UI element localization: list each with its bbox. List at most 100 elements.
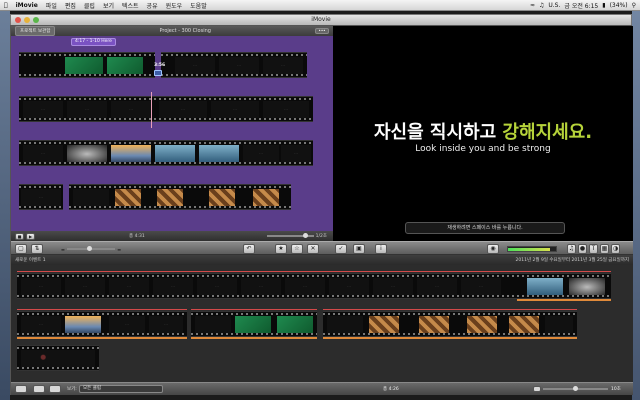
selection-range[interactable] xyxy=(517,299,611,301)
project-library-button[interactable]: 프로젝트 보관함 xyxy=(15,26,56,36)
clip-thumbnail[interactable] xyxy=(509,316,539,334)
music-icon[interactable]: ♫ xyxy=(567,244,576,254)
volume-icon[interactable]: ♫ xyxy=(539,2,544,9)
event-clip-strip[interactable]: · · · · · · · · · xyxy=(17,311,187,337)
clip-thumbnail[interactable] xyxy=(369,316,399,334)
clip-thumbnail[interactable] xyxy=(327,316,363,334)
clip-thumbnail[interactable] xyxy=(67,145,107,163)
clip-thumbnail[interactable]: · · · xyxy=(211,101,259,119)
play-fullscreen-button[interactable] xyxy=(33,385,45,393)
clip-thumbnail[interactable]: · · · xyxy=(149,316,183,334)
slider-track[interactable] xyxy=(267,233,314,238)
clip-thumbnail[interactable] xyxy=(73,189,109,207)
clip-thumbnail[interactable] xyxy=(419,316,449,334)
clip-thumbnail[interactable]: · · · xyxy=(159,101,207,119)
unmark-star-icon[interactable]: ☆ xyxy=(291,244,303,254)
clip-thumbnail[interactable] xyxy=(199,145,239,163)
slider-knob[interactable] xyxy=(303,233,308,238)
project-clip-strip[interactable] xyxy=(19,52,155,78)
clip-thumbnail[interactable]: · · · xyxy=(175,57,215,75)
project-browser[interactable]: 4:17 - 1-10 Here · · · · · · · · · 3:56 … xyxy=(11,36,333,231)
clip-thumbnail[interactable] xyxy=(157,189,183,207)
clip-thumbnail[interactable] xyxy=(155,145,195,163)
play-event-button[interactable] xyxy=(49,385,61,393)
window-titlebar[interactable]: iMovie xyxy=(10,14,632,25)
clip-thumbnail[interactable] xyxy=(21,350,95,368)
clip-thumbnail[interactable]: · · · xyxy=(285,278,325,296)
clip-thumbnail[interactable] xyxy=(235,316,271,334)
battery-icon[interactable]: ▮ xyxy=(602,2,605,9)
event-name[interactable]: 새로운 이벤트 1 xyxy=(15,257,46,263)
project-zoom-slider[interactable]: 1/2초 xyxy=(267,233,327,239)
clip-thumbnail[interactable] xyxy=(569,278,605,296)
undo-icon[interactable]: ↶ xyxy=(243,244,255,254)
project-clip-strip[interactable]: · · · · · · · · · · · · · · · · · · xyxy=(19,96,313,122)
voiceover-icon[interactable]: ◉ xyxy=(487,244,499,254)
close-button[interactable] xyxy=(15,17,21,23)
text-icon[interactable]: T xyxy=(589,244,598,254)
reject-icon[interactable]: ✕ xyxy=(307,244,319,254)
clip-thumbnail[interactable] xyxy=(195,316,231,334)
menu-app-name[interactable]: iMovie xyxy=(12,2,42,9)
project-menu-button[interactable]: ••• xyxy=(315,28,329,34)
clip-thumbnail[interactable]: · · · xyxy=(23,145,63,163)
clip-thumbnail[interactable] xyxy=(209,189,235,207)
clip-thumbnail[interactable]: · · · xyxy=(21,278,61,296)
clip-thumbnail[interactable]: · · · xyxy=(153,278,193,296)
camera-import-button[interactable]: ▢ xyxy=(15,244,27,254)
event-clip-strip[interactable]: · · · · · · · · · · · · · · · · · · · · … xyxy=(17,273,611,299)
clip-thumbnail[interactable]: · · · xyxy=(417,278,457,296)
clip-thumbnail[interactable]: · · · xyxy=(111,101,151,119)
show-events-button[interactable] xyxy=(15,385,27,393)
slider-track[interactable] xyxy=(543,386,608,391)
locale-indicator[interactable]: U.S. xyxy=(548,2,560,9)
minimize-button[interactable] xyxy=(24,17,30,23)
project-clip-strip[interactable]: · · · · · · · · · xyxy=(19,140,313,166)
zoom-out-icon[interactable] xyxy=(533,386,541,392)
menu-edit[interactable]: 편집 xyxy=(61,1,80,10)
map-icon[interactable]: ◑ xyxy=(611,244,620,254)
slider-knob[interactable] xyxy=(573,386,578,391)
clip-thumbnail[interactable] xyxy=(253,189,279,207)
clip-thumbnail[interactable] xyxy=(115,189,141,207)
selection-range[interactable] xyxy=(17,337,187,339)
crop-icon[interactable]: ▣ xyxy=(353,244,365,254)
menu-clip[interactable]: 클립 xyxy=(80,1,99,10)
clip-thumbnail[interactable] xyxy=(527,278,563,296)
view-filter-select[interactable]: 모든 클립 xyxy=(79,385,163,393)
clip-thumbnail[interactable] xyxy=(65,57,103,75)
event-clip-strip[interactable] xyxy=(191,311,317,337)
clip-thumbnail[interactable] xyxy=(65,316,101,334)
clock[interactable]: 금 오전 6:15 xyxy=(564,1,598,10)
eyedropper-icon[interactable]: ✓ xyxy=(335,244,347,254)
clip-thumbnail[interactable] xyxy=(467,316,497,334)
chapter-marker-label[interactable]: 4:17 - 1-10 Here xyxy=(71,38,116,46)
star-icon[interactable]: ★ xyxy=(275,244,287,254)
clip-settings-icon[interactable] xyxy=(154,70,162,76)
clip-thumbnail[interactable]: · · · xyxy=(67,101,107,119)
event-zoom-slider[interactable] xyxy=(533,386,608,392)
clip-thumbnail[interactable] xyxy=(545,316,573,334)
clip-thumbnail[interactable]: · · · xyxy=(281,145,311,163)
clip-thumbnail[interactable] xyxy=(111,145,151,163)
clip-thumbnail[interactable]: · · · xyxy=(461,278,501,296)
clip-thumbnail[interactable]: · · · xyxy=(65,278,105,296)
apple-icon[interactable]:  xyxy=(0,2,12,9)
slider-track[interactable] xyxy=(66,246,116,251)
slider-knob[interactable] xyxy=(86,246,92,251)
clip-thumbnail[interactable]: · · · xyxy=(109,316,145,334)
menu-file[interactable]: 파일 xyxy=(42,1,61,10)
clip-thumbnail[interactable]: · · · xyxy=(373,278,413,296)
swap-panes-button[interactable]: ⇅ xyxy=(31,244,43,254)
search-icon[interactable]: ⚲ xyxy=(632,2,636,9)
zoom-button[interactable] xyxy=(33,17,39,23)
clip-thumbnail[interactable]: · · · xyxy=(263,57,303,75)
clip-thumbnail[interactable]: · · · xyxy=(329,278,369,296)
selection-range[interactable] xyxy=(323,337,577,339)
clip-thumbnail[interactable]: · · · xyxy=(263,101,309,119)
clip-thumbnail[interactable] xyxy=(277,316,313,334)
clip-thumbnail[interactable]: · · · xyxy=(109,278,149,296)
project-clip-strip[interactable]: · · · xyxy=(19,184,63,210)
clip-thumbnail[interactable]: · · · xyxy=(241,278,281,296)
clip-thumbnail[interactable]: · · · xyxy=(21,316,61,334)
